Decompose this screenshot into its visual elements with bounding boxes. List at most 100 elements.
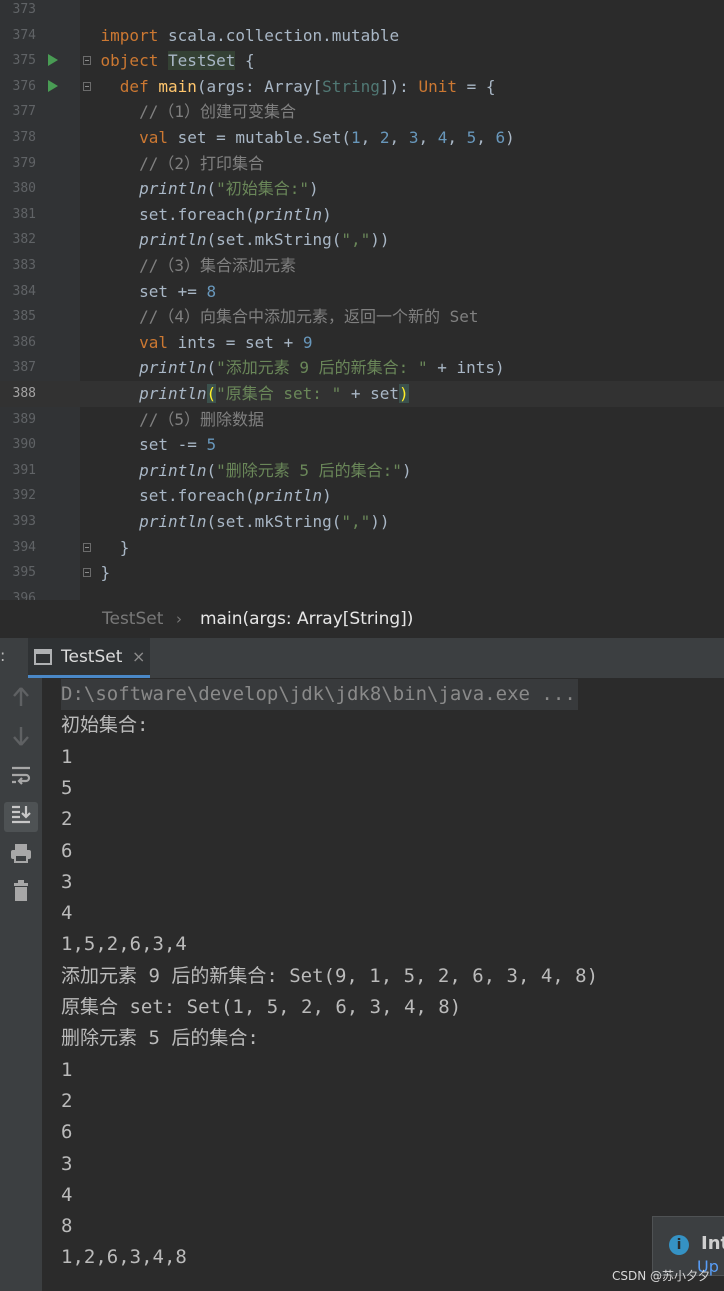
- code-line[interactable]: 393 println(set.mkString(",")): [0, 509, 724, 535]
- print-icon[interactable]: [4, 842, 38, 872]
- console-line: 原集合 set: Set(1, 5, 2, 6, 3, 4, 8): [61, 996, 462, 1018]
- code-line[interactable]: 378 val set = mutable.Set(1, 2, 3, 4, 5,…: [0, 125, 724, 151]
- run-tab-bar: : TestSet ×: [0, 638, 724, 678]
- console-line: 1,2,6,3,4,8: [61, 1246, 187, 1269]
- code-text: //（1）创建可变集合: [139, 102, 296, 122]
- tab-bar-edge: :: [0, 646, 6, 665]
- soft-wrap-icon[interactable]: [4, 764, 38, 794]
- code-line[interactable]: 373: [0, 0, 724, 23]
- close-icon[interactable]: ×: [132, 638, 145, 676]
- code-line[interactable]: 376 def main(args: Array[String]): Unit …: [0, 74, 724, 100]
- notification-title: Int: [701, 1233, 724, 1254]
- line-number: 384: [12, 283, 36, 299]
- console-line: 8: [61, 1215, 73, 1238]
- code-line[interactable]: 388 println("原集合 set: " + set): [0, 381, 724, 407]
- code-line[interactable]: 375 object TestSet {: [0, 48, 724, 74]
- code-line[interactable]: 385 //（4）向集合中添加元素，返回一个新的 Set: [0, 304, 724, 330]
- line-number: 388: [12, 386, 36, 401]
- trash-icon[interactable]: [4, 880, 38, 910]
- line-number: 381: [12, 206, 36, 222]
- console-line: 3: [61, 870, 73, 893]
- breadcrumb-separator: ›: [176, 610, 182, 628]
- line-number: 383: [12, 258, 36, 273]
- line-number: 386: [12, 334, 36, 350]
- code-text: println("原集合 set: " + set): [139, 384, 409, 403]
- line-number: 379: [12, 155, 36, 171]
- code-line[interactable]: 382 println(set.mkString(",")): [0, 227, 724, 253]
- tab-testset[interactable]: TestSet ×: [28, 638, 150, 678]
- code-line[interactable]: 392 set.foreach(println): [0, 483, 724, 509]
- code-line[interactable]: 377 //（1）创建可变集合: [0, 99, 724, 125]
- run-toolstrip: [0, 678, 42, 1291]
- code-text: set += 8: [62, 281, 217, 301]
- code-line[interactable]: 387 println("添加元素 9 后的新集合: " + ints): [0, 355, 724, 381]
- code-line[interactable]: 374 import scala.collection.mutable: [0, 23, 724, 49]
- run-gutter-icon[interactable]: [48, 54, 58, 67]
- line-number: 373: [12, 2, 36, 17]
- code-line[interactable]: 381 set.foreach(println): [0, 202, 724, 228]
- line-number: 390: [12, 437, 36, 453]
- code-line[interactable]: 389 //（5）删除数据: [0, 407, 724, 433]
- line-number: 376: [12, 78, 36, 94]
- line-number: 393: [12, 514, 36, 529]
- code-text: def main(args: Array[String]): Unit = {: [119, 76, 496, 96]
- code-text: object TestSet {: [100, 51, 255, 71]
- line-number: 396: [12, 590, 36, 600]
- console-output[interactable]: D:\software\develop\jdk\jdk8\bin\java.ex…: [42, 678, 724, 1291]
- console-line: 添加元素 9 后的新集合: Set(9, 1, 5, 2, 6, 3, 4, 8…: [61, 964, 599, 987]
- down-arrow-icon[interactable]: [4, 725, 38, 755]
- code-text: set.foreach(println): [62, 486, 332, 506]
- console-line: 6: [61, 839, 73, 862]
- code-text: println(set.mkString(",")): [139, 512, 390, 531]
- console-command-line[interactable]: D:\software\develop\jdk\jdk8\bin\java.ex…: [61, 679, 578, 711]
- code-line[interactable]: 394 }: [0, 535, 724, 561]
- console-line: 2: [61, 1089, 73, 1112]
- code-text: set.foreach(println): [62, 204, 332, 224]
- line-number: 375: [12, 53, 36, 69]
- code-text: //（3）集合添加元素: [139, 256, 296, 275]
- line-number: 377: [12, 104, 36, 120]
- run-gutter-icon[interactable]: [48, 79, 58, 92]
- code-line[interactable]: 391 println("删除元素 5 后的集合:"): [0, 458, 724, 484]
- code-text: val set = mutable.Set(1, 2, 3, 4, 5, 6): [139, 128, 515, 147]
- console-line: 1: [61, 745, 73, 768]
- code-text: import scala.collection.mutable: [100, 25, 400, 45]
- code-text: //（2）打印集合: [139, 153, 264, 173]
- code-line[interactable]: 396: [0, 586, 724, 600]
- breadcrumb: TestSet › main(args: Array[String]): [0, 600, 724, 638]
- console-line: 3: [61, 1152, 73, 1175]
- line-number: 392: [12, 488, 36, 504]
- breadcrumb-method[interactable]: main(args: Array[String]): [200, 600, 413, 638]
- console-line: 2: [61, 808, 73, 831]
- line-number: 391: [12, 462, 36, 478]
- breadcrumb-object[interactable]: TestSet: [102, 600, 163, 638]
- code-line[interactable]: 380 println("初始集合:"): [0, 176, 724, 202]
- line-number: 374: [12, 27, 36, 43]
- code-text: }: [62, 537, 130, 557]
- console-line: 4: [61, 1183, 73, 1206]
- tab-label: TestSet: [61, 647, 123, 667]
- code-text: }: [62, 563, 111, 583]
- code-line[interactable]: 384 set += 8: [0, 279, 724, 305]
- info-icon: i: [669, 1235, 689, 1255]
- code-text: println("初始集合:"): [139, 179, 319, 199]
- code-editor[interactable]: 373 374 import scala.collection.mutable 37…: [0, 0, 724, 600]
- line-number: 382: [12, 232, 36, 248]
- line-number: 394: [12, 539, 36, 555]
- line-number: 378: [12, 130, 36, 145]
- code-line[interactable]: 379 //（2）打印集合: [0, 151, 724, 177]
- console-line: 4: [61, 902, 73, 925]
- code-line[interactable]: 383 //（3）集合添加元素: [0, 253, 724, 279]
- code-line[interactable]: 390 set -= 5: [0, 432, 724, 458]
- code-text: val ints = set + 9: [139, 332, 313, 352]
- line-number: 385: [12, 309, 36, 325]
- console-line: 删除元素 5 后的集合:: [61, 1027, 259, 1050]
- code-text: println("删除元素 5 后的集合:"): [139, 460, 412, 480]
- code-line[interactable]: 395 }: [0, 560, 724, 586]
- line-number: 389: [12, 411, 36, 427]
- code-line[interactable]: 386 val ints = set + 9: [0, 330, 724, 356]
- code-text: set -= 5: [62, 435, 217, 455]
- scroll-to-end-icon[interactable]: [4, 802, 38, 832]
- line-number: 380: [12, 181, 36, 197]
- up-arrow-icon[interactable]: [4, 686, 38, 716]
